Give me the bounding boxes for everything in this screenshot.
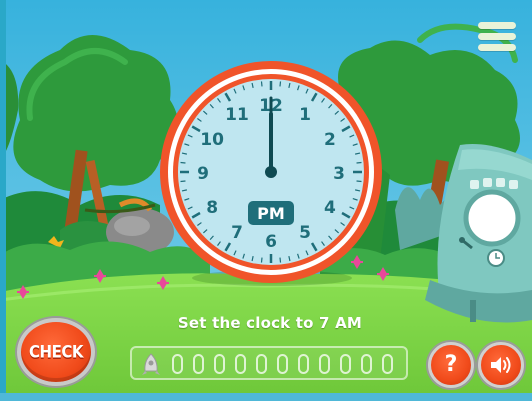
progress-slot: [340, 354, 351, 374]
clock-tick: [180, 180, 186, 183]
clock-tick: [279, 257, 282, 263]
progress-slot: [298, 354, 309, 374]
progress-slot: [172, 354, 183, 374]
menu-icon-bar: [478, 22, 516, 29]
progress-slot: [361, 354, 372, 374]
check-button[interactable]: CHECK: [17, 318, 95, 386]
clock-tick: [279, 81, 282, 87]
bottom-edge-strip: [0, 393, 532, 401]
progress-slot: [256, 354, 267, 374]
clock-tick: [260, 257, 263, 263]
sound-button[interactable]: [478, 342, 524, 388]
progress-slot: [382, 354, 393, 374]
speaker-icon: [491, 357, 511, 373]
menu-button[interactable]: [478, 22, 516, 54]
clock-tick: [356, 161, 362, 164]
clock-center: [265, 166, 277, 178]
clock-number: 10: [200, 130, 224, 150]
check-button-label: CHECK: [29, 341, 83, 363]
clock-number: 11: [225, 105, 249, 125]
question-icon: ?: [444, 352, 458, 377]
clock-number: 9: [197, 164, 209, 184]
clock-tick: [180, 161, 186, 164]
progress-slot: [214, 354, 225, 374]
progress-slot: [235, 354, 246, 374]
rocket-icon: [142, 353, 160, 375]
clock-tick: [356, 180, 362, 183]
menu-icon-bar: [478, 33, 516, 40]
clock-number: 1: [299, 105, 311, 125]
period-label: PM: [257, 204, 285, 223]
task-prompt: Set the clock to 7 AM: [177, 314, 363, 332]
clock-number: 8: [206, 198, 218, 218]
progress-track: [130, 346, 408, 380]
clock-number: 7: [231, 223, 243, 243]
clock-number: 2: [324, 130, 336, 150]
clock-number: 5: [299, 223, 311, 243]
progress-slot: [193, 354, 204, 374]
menu-icon-bar: [478, 44, 516, 51]
clock-tick: [260, 81, 263, 87]
progress-slot: [319, 354, 330, 374]
analog-clock[interactable]: 121234567891011 PM: [158, 59, 384, 285]
clock-number: 4: [324, 198, 336, 218]
clock-number: 6: [265, 232, 277, 252]
progress-slot: [277, 354, 288, 374]
left-edge-strip: [0, 0, 6, 393]
clock-number: 3: [333, 164, 345, 184]
help-button[interactable]: ?: [428, 342, 474, 388]
game-stage: 121234567891011 PM CHECK Set the clock t…: [0, 0, 532, 401]
